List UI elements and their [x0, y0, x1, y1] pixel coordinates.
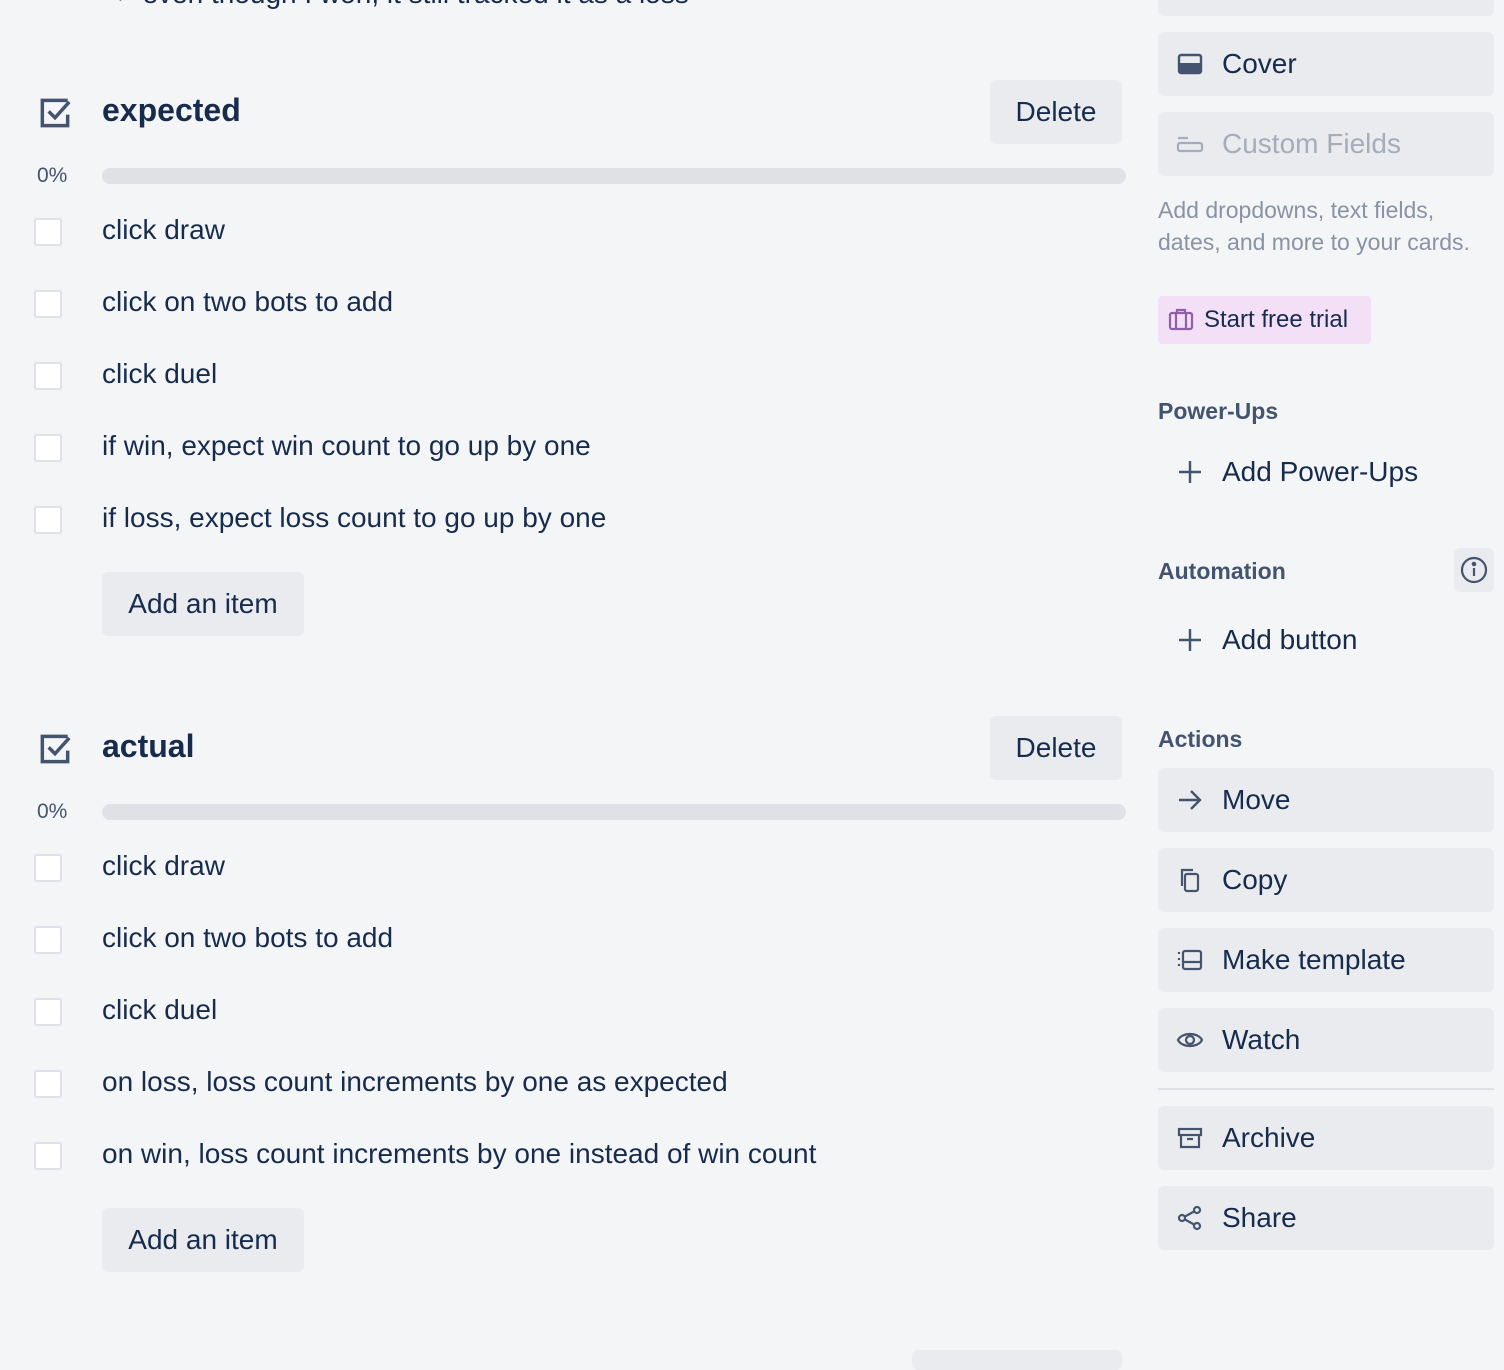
checklist-item[interactable]: on win, loss count increments by one ins… — [34, 1138, 1034, 1178]
briefcase-icon — [1168, 307, 1194, 333]
clipped-sidebar-button[interactable] — [1158, 0, 1494, 16]
item-checkbox[interactable] — [34, 218, 62, 246]
actions-divider — [1158, 1088, 1494, 1090]
item-text[interactable]: click duel — [102, 994, 217, 1026]
item-text[interactable]: click duel — [102, 358, 217, 390]
checklist-item[interactable]: click duel — [34, 994, 1034, 1034]
start-free-trial-label: Start free trial — [1204, 306, 1349, 333]
archive-button[interactable]: Archive — [1158, 1106, 1494, 1170]
item-checkbox[interactable] — [34, 290, 62, 318]
arrow-right-icon — [1176, 786, 1204, 814]
watch-label: Watch — [1222, 1024, 1301, 1055]
item-checkbox[interactable] — [34, 854, 62, 882]
delete-checklist-button[interactable]: Delete — [990, 716, 1122, 780]
move-label: Move — [1222, 784, 1291, 815]
previous-description-text: => even though I won, it still tracked i… — [102, 0, 689, 10]
cover-button[interactable]: Cover — [1158, 32, 1494, 96]
start-free-trial-button[interactable]: Start free trial — [1158, 296, 1371, 344]
item-text[interactable]: click draw — [102, 850, 225, 882]
share-icon — [1176, 1204, 1204, 1232]
make-template-button[interactable]: Make template — [1158, 928, 1494, 992]
checklist-item[interactable]: click on two bots to add — [34, 286, 1034, 326]
plus-icon — [1176, 626, 1204, 654]
make-template-label: Make template — [1222, 944, 1406, 975]
eye-icon — [1176, 1026, 1204, 1054]
move-button[interactable]: Move — [1158, 768, 1494, 832]
item-text[interactable]: on win, loss count increments by one ins… — [102, 1138, 816, 1170]
checkbox-checked-icon — [36, 730, 74, 768]
progress-percent: 0% — [37, 800, 68, 823]
item-checkbox[interactable] — [34, 506, 62, 534]
progress-bar — [102, 168, 1126, 184]
item-text[interactable]: if win, expect win count to go up by one — [102, 430, 591, 462]
checkbox-checked-icon — [36, 94, 74, 132]
copy-icon — [1176, 866, 1204, 894]
cover-icon — [1176, 50, 1204, 78]
copy-button[interactable]: Copy — [1158, 848, 1494, 912]
share-label: Share — [1222, 1202, 1297, 1233]
watch-button[interactable]: Watch — [1158, 1008, 1494, 1072]
copy-label: Copy — [1222, 864, 1288, 895]
powerups-heading: Power-Ups — [1158, 398, 1279, 424]
progress-bar — [102, 804, 1126, 820]
checklist-item[interactable]: if loss, expect loss count to go up by o… — [34, 502, 1034, 542]
custom-fields-icon — [1176, 130, 1204, 158]
item-text[interactable]: if loss, expect loss count to go up by o… — [102, 502, 606, 534]
item-checkbox[interactable] — [34, 362, 62, 390]
clipped-button[interactable] — [912, 1350, 1122, 1370]
info-icon[interactable] — [1454, 548, 1494, 592]
add-automation-button[interactable]: Add button — [1158, 612, 1494, 668]
actions-heading: Actions — [1158, 726, 1243, 752]
item-text[interactable]: click on two bots to add — [102, 922, 393, 954]
add-item-button[interactable]: Add an item — [102, 572, 304, 636]
checklist-item[interactable]: click duel — [34, 358, 1034, 398]
checklist-item[interactable]: click on two bots to add — [34, 922, 1034, 962]
custom-fields-description: Add dropdowns, text fields, dates, and m… — [1158, 197, 1470, 255]
custom-fields-button[interactable]: Custom Fields — [1158, 112, 1494, 176]
custom-fields-label: Custom Fields — [1222, 128, 1401, 159]
checklist-header: actual Delete — [36, 716, 1126, 780]
plus-icon — [1176, 458, 1204, 486]
add-powerups-label: Add Power-Ups — [1222, 456, 1419, 487]
share-button[interactable]: Share — [1158, 1186, 1494, 1250]
archive-icon — [1176, 1124, 1204, 1152]
checklist-item[interactable]: click draw — [34, 850, 1034, 890]
item-checkbox[interactable] — [34, 434, 62, 462]
checklist-title: actual — [102, 728, 195, 764]
template-icon — [1176, 946, 1204, 974]
delete-checklist-button[interactable]: Delete — [990, 80, 1122, 144]
archive-label: Archive — [1222, 1122, 1316, 1153]
automation-heading: Automation — [1158, 558, 1286, 584]
item-checkbox[interactable] — [34, 998, 62, 1026]
checklist-item[interactable]: click draw — [34, 214, 1034, 254]
add-powerups-button[interactable]: Add Power-Ups — [1158, 444, 1494, 500]
cover-label: Cover — [1222, 48, 1297, 79]
item-checkbox[interactable] — [34, 926, 62, 954]
item-text[interactable]: click on two bots to add — [102, 286, 393, 318]
checklist-header: expected Delete — [36, 80, 1126, 144]
checklist-item[interactable]: on loss, loss count increments by one as… — [34, 1066, 1034, 1106]
item-checkbox[interactable] — [34, 1142, 62, 1170]
checklist-item[interactable]: if win, expect win count to go up by one — [34, 430, 1034, 470]
item-checkbox[interactable] — [34, 1070, 62, 1098]
checklist-title: expected — [102, 92, 241, 128]
add-button-label: Add button — [1222, 624, 1358, 655]
item-text[interactable]: click draw — [102, 214, 225, 246]
progress-percent: 0% — [37, 164, 68, 187]
item-text[interactable]: on loss, loss count increments by one as… — [102, 1066, 728, 1098]
add-item-button[interactable]: Add an item — [102, 1208, 304, 1272]
